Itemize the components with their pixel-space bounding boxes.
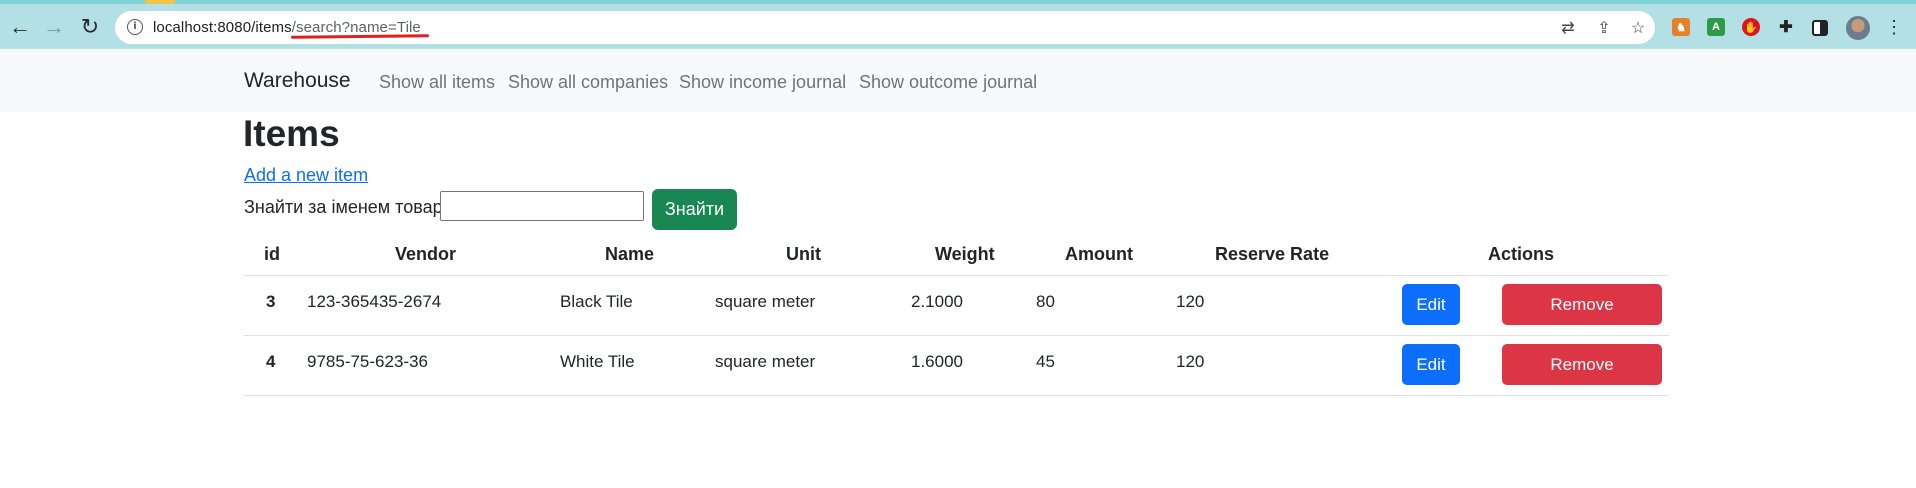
address-bar[interactable]: i localhost:8080/items/search?name=Tile … (115, 11, 1655, 44)
info-icon[interactable]: i (127, 19, 143, 35)
extension-2-icon[interactable]: A (1707, 18, 1725, 36)
browser-toolbar: ← → ↻ i localhost:8080/items/search?name… (0, 4, 1916, 49)
nav-show-income-journal[interactable]: Show income journal (679, 72, 846, 93)
remove-button[interactable]: Remove (1502, 344, 1662, 385)
cell-reserve-rate: 120 (1176, 352, 1205, 371)
cell-id: 4 (266, 352, 276, 371)
search-input[interactable] (440, 191, 644, 221)
share-icon[interactable]: ⇪ (1593, 17, 1615, 39)
cell-weight: 1.6000 (911, 352, 963, 371)
header-actions: Actions (1488, 244, 1555, 264)
edit-button[interactable]: Edit (1402, 284, 1460, 325)
search-label: Знайти за іменем товар (244, 197, 443, 217)
cell-amount: 80 (1036, 292, 1055, 311)
translate-icon[interactable]: ⇄ (1557, 17, 1579, 39)
navbar: Warehouse Show all items Show all compan… (0, 49, 1916, 112)
cell-name: Black Tile (560, 292, 633, 311)
header-unit: Unit (786, 244, 821, 264)
nav-show-outcome-journal[interactable]: Show outcome journal (859, 72, 1037, 93)
nav-show-all-companies[interactable]: Show all companies (508, 72, 668, 93)
cell-unit: square meter (715, 352, 816, 371)
header-vendor: Vendor (395, 244, 457, 264)
forward-icon[interactable]: → (40, 13, 68, 41)
extension-1-icon[interactable]: ♞ (1672, 18, 1690, 36)
cell-reserve-rate: 120 (1176, 292, 1205, 311)
page-title: Items (243, 113, 340, 154)
search-button[interactable]: Знайти (652, 189, 737, 230)
cell-weight: 2.1000 (911, 292, 963, 311)
header-amount: Amount (1065, 244, 1133, 264)
remove-button[interactable]: Remove (1502, 284, 1662, 325)
add-item-link[interactable]: Add a new item (244, 165, 368, 186)
header-reserve-rate: Reserve Rate (1215, 244, 1330, 264)
table-row: 3 123-365435-2674 Black Tile square mete… (244, 276, 1669, 336)
menu-icon[interactable]: ⋮ (1880, 13, 1908, 41)
back-icon[interactable]: ← (6, 13, 34, 41)
side-panel-icon[interactable] (1812, 20, 1828, 36)
cell-unit: square meter (715, 292, 816, 311)
url-text[interactable]: localhost:8080/items/search?name=Tile (153, 19, 421, 36)
cell-vendor: 9785-75-623-36 (307, 352, 428, 371)
puzzle-icon[interactable]: ✚ (1777, 18, 1795, 36)
table-row: 4 9785-75-623-36 White Tile square meter… (244, 336, 1669, 396)
bookmark-star-icon[interactable]: ☆ (1627, 17, 1649, 39)
cell-id: 3 (266, 292, 276, 311)
reload-icon[interactable]: ↻ (76, 13, 104, 41)
cell-amount: 45 (1036, 352, 1055, 371)
cell-vendor: 123-365435-2674 (307, 292, 442, 311)
header-weight: Weight (935, 244, 995, 264)
brand[interactable]: Warehouse (244, 69, 351, 93)
table-header: id Vendor Name Unit Weight Amount Reserv… (244, 236, 1669, 276)
avatar[interactable] (1846, 16, 1870, 40)
edit-button[interactable]: Edit (1402, 344, 1460, 385)
cell-name: White Tile (560, 352, 635, 371)
header-name: Name (605, 244, 655, 264)
header-id: id (264, 244, 280, 264)
nav-show-all-items[interactable]: Show all items (379, 72, 495, 93)
extension-3-icon[interactable]: ✋ (1742, 18, 1760, 36)
